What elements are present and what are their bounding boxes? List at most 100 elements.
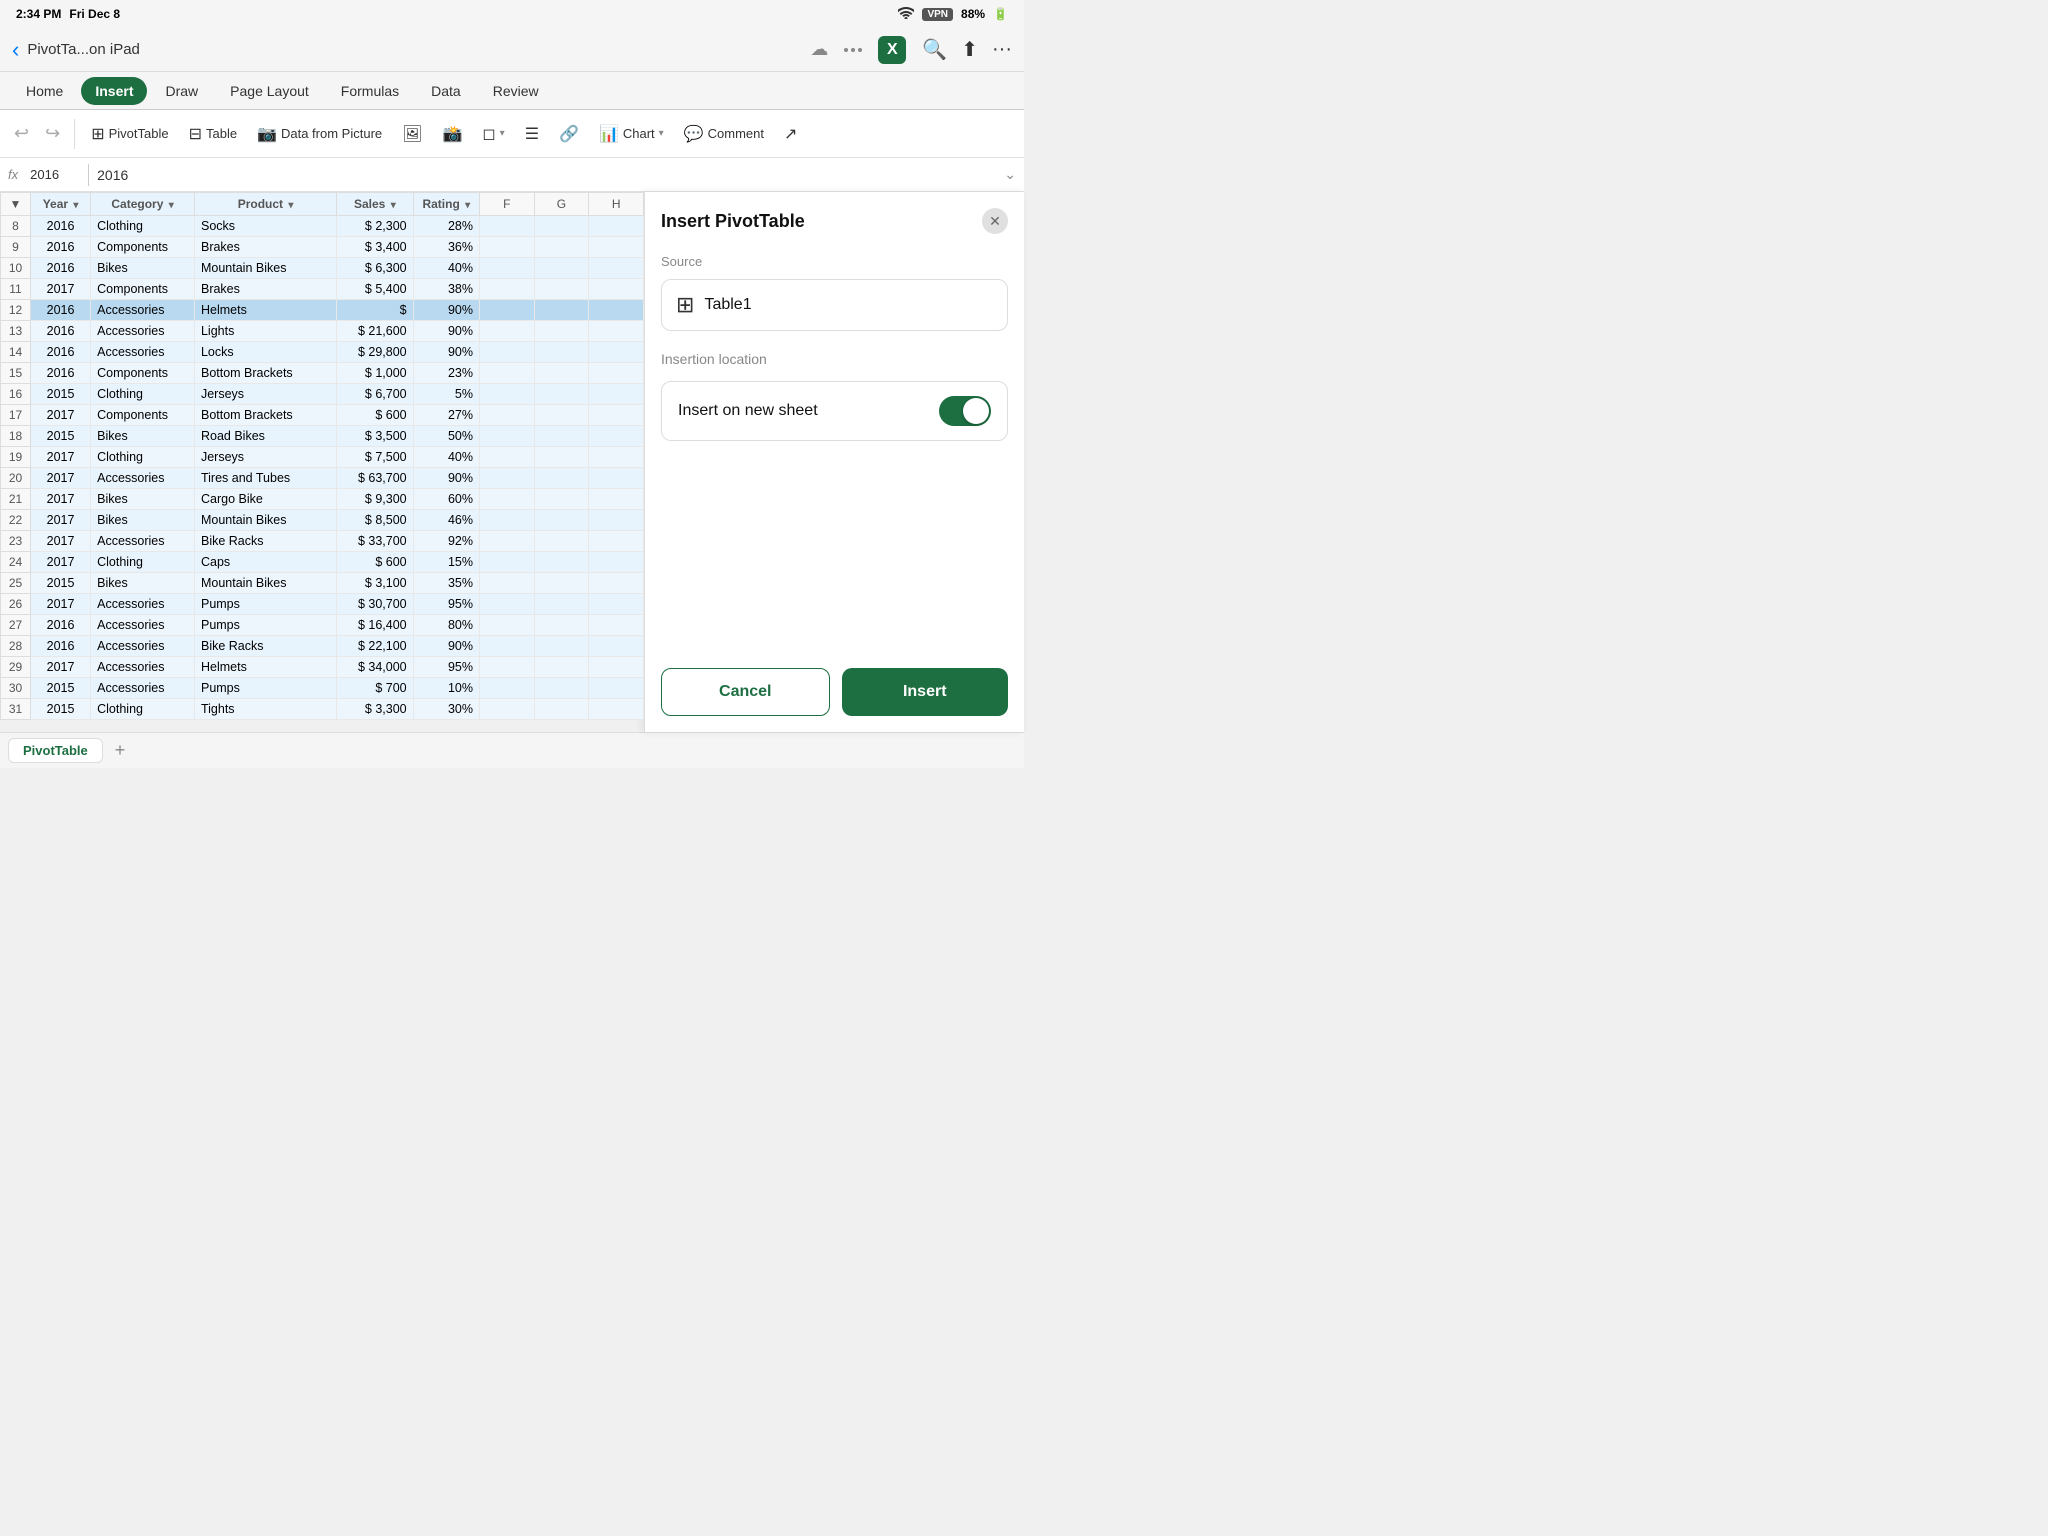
cell-sales[interactable]: $ 8,500 — [337, 510, 414, 531]
cloud-icon[interactable]: ☁ — [810, 39, 828, 60]
back-button[interactable]: ‹ — [12, 37, 19, 63]
link-button[interactable]: 🔗 — [551, 120, 587, 148]
cell-f[interactable] — [479, 342, 534, 363]
cell-g[interactable] — [534, 321, 589, 342]
cell-sales[interactable]: $ 63,700 — [337, 468, 414, 489]
cell-sales[interactable]: $ 22,100 — [337, 636, 414, 657]
cell-product[interactable]: Jerseys — [194, 447, 336, 468]
cell-g[interactable] — [534, 678, 589, 699]
cell-h[interactable] — [589, 237, 644, 258]
table-row[interactable]: 28 2016 Accessories Bike Racks $ 22,100 … — [1, 636, 644, 657]
cell-f[interactable] — [479, 447, 534, 468]
tab-formulas[interactable]: Formulas — [327, 77, 413, 105]
cell-rating[interactable]: 27% — [413, 405, 479, 426]
cell-product[interactable]: Tights — [194, 699, 336, 720]
cell-h[interactable] — [589, 426, 644, 447]
cell-h[interactable] — [589, 531, 644, 552]
cell-rating[interactable]: 90% — [413, 321, 479, 342]
cell-category[interactable]: Accessories — [91, 468, 195, 489]
cell-f[interactable] — [479, 636, 534, 657]
cell-g[interactable] — [534, 426, 589, 447]
cell-year[interactable]: 2016 — [31, 258, 91, 279]
cancel-button[interactable]: Cancel — [661, 668, 830, 716]
cell-g[interactable] — [534, 300, 589, 321]
cell-f[interactable] — [479, 510, 534, 531]
cell-rating[interactable]: 46% — [413, 510, 479, 531]
cell-f[interactable] — [479, 258, 534, 279]
text-button[interactable]: ☰ — [517, 120, 547, 148]
cell-f[interactable] — [479, 615, 534, 636]
cell-year[interactable]: 2015 — [31, 573, 91, 594]
cell-year[interactable]: 2017 — [31, 594, 91, 615]
cell-product[interactable]: Pumps — [194, 678, 336, 699]
cell-h[interactable] — [589, 447, 644, 468]
share-button[interactable]: ⬆ — [961, 37, 978, 62]
camera-button[interactable]: 📸 — [434, 120, 470, 148]
cell-f[interactable] — [479, 237, 534, 258]
table-row[interactable]: 15 2016 Components Bottom Brackets $ 1,0… — [1, 363, 644, 384]
comment-button[interactable]: 💬 Comment — [676, 120, 772, 148]
cell-category[interactable]: Bikes — [91, 489, 195, 510]
cell-g[interactable] — [534, 342, 589, 363]
table-row[interactable]: 18 2015 Bikes Road Bikes $ 3,500 50% — [1, 426, 644, 447]
cell-rating[interactable]: 95% — [413, 594, 479, 615]
cell-category[interactable]: Clothing — [91, 447, 195, 468]
col-header-c[interactable]: Product ▾ — [194, 193, 336, 216]
cell-sales[interactable]: $ 21,600 — [337, 321, 414, 342]
cell-h[interactable] — [589, 657, 644, 678]
cell-h[interactable] — [589, 258, 644, 279]
cell-sales[interactable]: $ 30,700 — [337, 594, 414, 615]
cell-product[interactable]: Road Bikes — [194, 426, 336, 447]
cell-year[interactable]: 2016 — [31, 363, 91, 384]
cell-reference[interactable]: 2016 — [30, 167, 80, 182]
cell-rating[interactable]: 95% — [413, 657, 479, 678]
sheet-tab-pivottable[interactable]: PivotTable — [8, 738, 103, 763]
cell-f[interactable] — [479, 279, 534, 300]
undo-button[interactable]: ↩ — [8, 119, 35, 148]
cell-g[interactable] — [534, 573, 589, 594]
cell-sales[interactable]: $ 2,300 — [337, 216, 414, 237]
cell-category[interactable]: Bikes — [91, 426, 195, 447]
cell-category[interactable]: Components — [91, 363, 195, 384]
insert-new-sheet-toggle[interactable] — [939, 396, 991, 426]
cell-h[interactable] — [589, 216, 644, 237]
cell-rating[interactable]: 92% — [413, 531, 479, 552]
table-row[interactable]: 21 2017 Bikes Cargo Bike $ 9,300 60% — [1, 489, 644, 510]
cell-g[interactable] — [534, 237, 589, 258]
cell-category[interactable]: Accessories — [91, 657, 195, 678]
cell-sales[interactable]: $ 6,700 — [337, 384, 414, 405]
cell-f[interactable] — [479, 300, 534, 321]
cell-year[interactable]: 2017 — [31, 657, 91, 678]
cell-rating[interactable]: 23% — [413, 363, 479, 384]
more-button[interactable]: ··· — [992, 38, 1012, 61]
cell-category[interactable]: Clothing — [91, 216, 195, 237]
cell-rating[interactable]: 90% — [413, 468, 479, 489]
cell-rating[interactable]: 50% — [413, 426, 479, 447]
cell-g[interactable] — [534, 468, 589, 489]
cell-g[interactable] — [534, 594, 589, 615]
cell-sales[interactable]: $ 3,300 — [337, 699, 414, 720]
tab-insert[interactable]: Insert — [81, 77, 147, 105]
cell-f[interactable] — [479, 426, 534, 447]
shapes-button[interactable]: ◻ ▾ — [474, 120, 512, 148]
cell-h[interactable] — [589, 405, 644, 426]
cell-rating[interactable]: 40% — [413, 258, 479, 279]
cell-product[interactable]: Lights — [194, 321, 336, 342]
cell-year[interactable]: 2017 — [31, 405, 91, 426]
cell-year[interactable]: 2016 — [31, 216, 91, 237]
cell-year[interactable]: 2016 — [31, 342, 91, 363]
cell-h[interactable] — [589, 615, 644, 636]
tab-review[interactable]: Review — [479, 77, 553, 105]
cell-f[interactable] — [479, 321, 534, 342]
cell-year[interactable]: 2016 — [31, 321, 91, 342]
col-header-e[interactable]: Rating ▾ — [413, 193, 479, 216]
table-row[interactable]: 16 2015 Clothing Jerseys $ 6,700 5% — [1, 384, 644, 405]
table-row[interactable]: 23 2017 Accessories Bike Racks $ 33,700 … — [1, 531, 644, 552]
cell-year[interactable]: 2015 — [31, 426, 91, 447]
table-row[interactable]: 26 2017 Accessories Pumps $ 30,700 95% — [1, 594, 644, 615]
panel-close-button[interactable]: ✕ — [982, 208, 1008, 234]
table-row[interactable]: 31 2015 Clothing Tights $ 3,300 30% — [1, 699, 644, 720]
cell-year[interactable]: 2017 — [31, 468, 91, 489]
cell-category[interactable]: Components — [91, 405, 195, 426]
cell-year[interactable]: 2016 — [31, 636, 91, 657]
